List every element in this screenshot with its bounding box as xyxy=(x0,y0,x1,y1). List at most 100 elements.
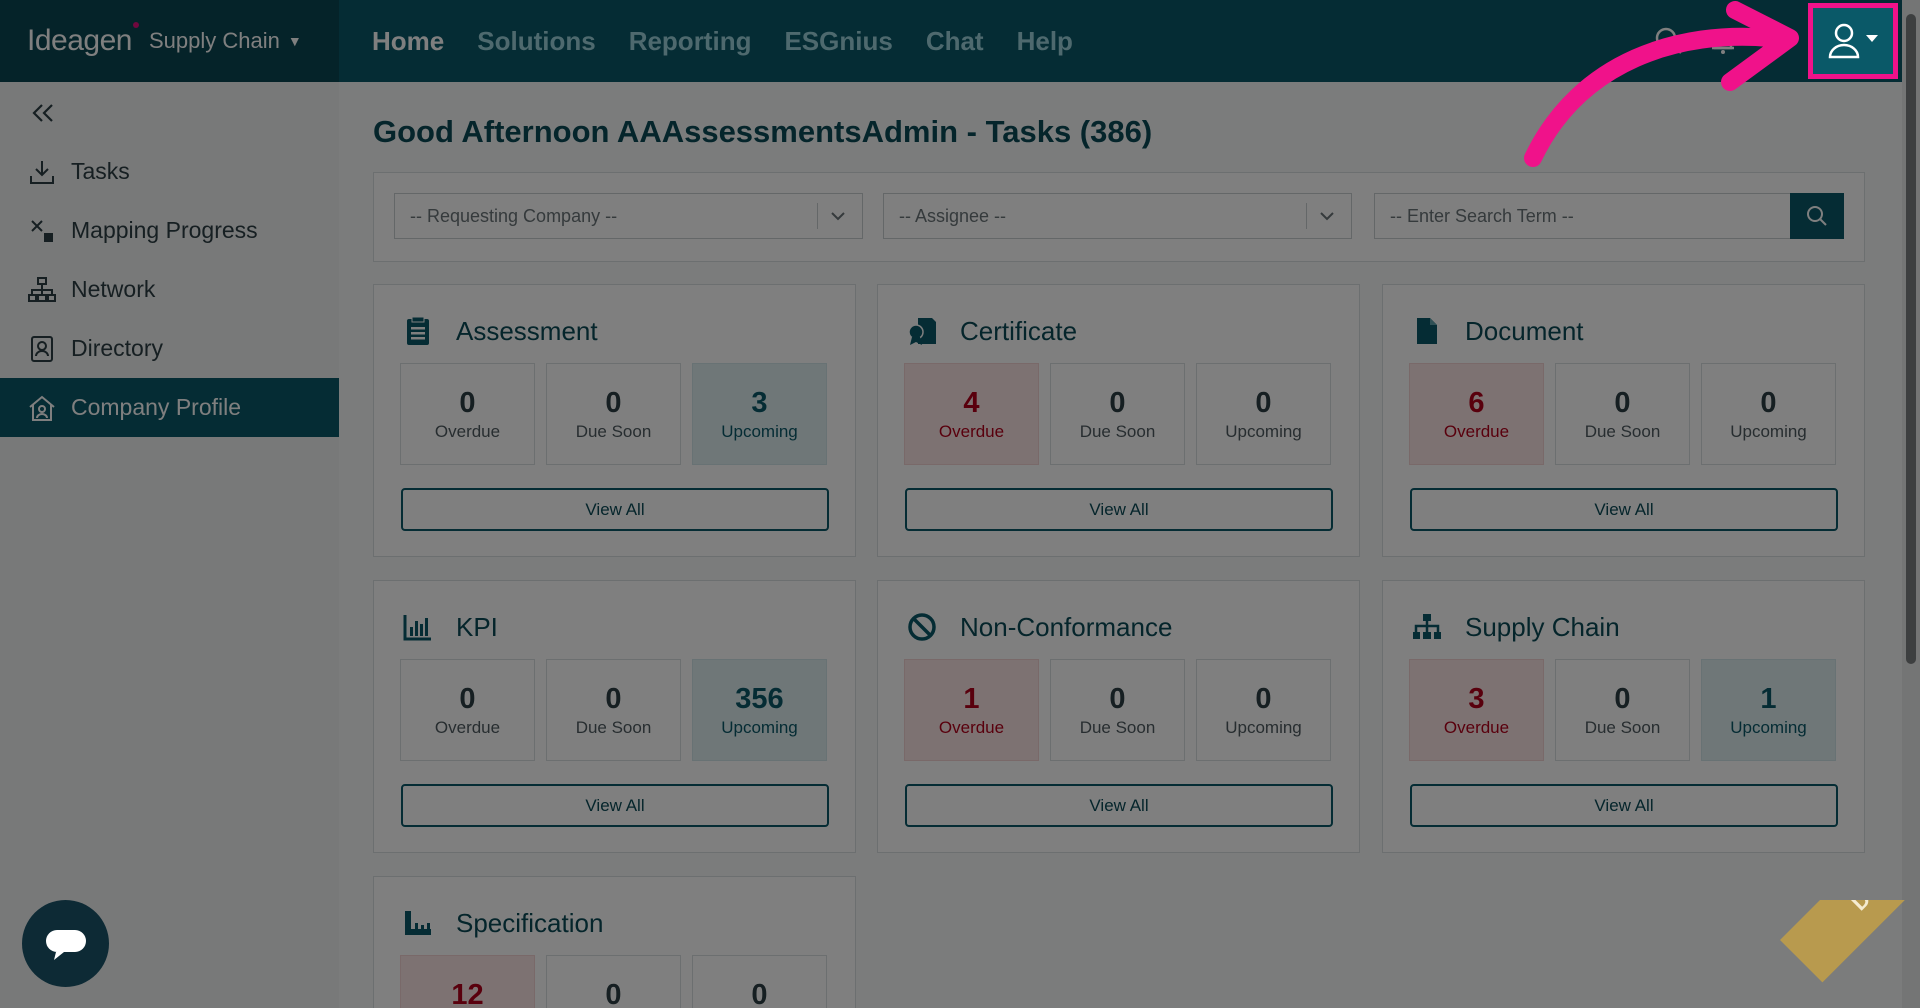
chevron-down-icon xyxy=(831,212,845,221)
sidebar-item-directory[interactable]: Directory xyxy=(0,319,339,378)
nav-reporting[interactable]: Reporting xyxy=(629,26,752,57)
nav-home[interactable]: Home xyxy=(372,26,444,57)
due-soon-stat[interactable]: 0Due Soon xyxy=(546,955,681,1008)
sidebar-item-mapping-progress[interactable]: Mapping Progress xyxy=(0,201,339,260)
main-nav: Home Solutions Reporting ESGnius Chat He… xyxy=(372,0,1073,82)
collapse-sidebar-icon[interactable] xyxy=(28,98,58,128)
stat-label: Due Soon xyxy=(1079,422,1156,441)
nav-help[interactable]: Help xyxy=(1017,26,1073,57)
vertical-scrollbar[interactable] xyxy=(1902,0,1920,1008)
stat-label: Due Soon xyxy=(575,718,652,737)
sidebar: Tasks Mapping Progress Network Directory… xyxy=(0,82,339,1008)
stat-count: 0 xyxy=(1109,683,1126,715)
search-icon[interactable] xyxy=(1644,16,1694,66)
overdue-stat[interactable]: 4 Overdue xyxy=(904,363,1039,465)
view-all-button[interactable]: View All xyxy=(1410,784,1838,827)
view-all-button[interactable]: View All xyxy=(401,488,829,531)
stat-count: 4 xyxy=(963,387,980,419)
due-soon-stat[interactable]: 0Due Soon xyxy=(546,363,681,465)
view-all-button[interactable]: View All xyxy=(1410,488,1838,531)
ruler-icon xyxy=(402,907,434,939)
card-title: Document xyxy=(1465,315,1584,346)
select-value: -- Requesting Company -- xyxy=(410,205,618,226)
card-header: Document xyxy=(1411,311,1584,351)
download-tray-icon xyxy=(27,157,57,187)
sidebar-item-label: Directory xyxy=(71,335,164,361)
due-soon-stat[interactable]: 0Due Soon xyxy=(1050,363,1185,465)
overdue-stat[interactable]: 3 Overdue xyxy=(1409,659,1544,761)
upcoming-stat[interactable]: 356 Upcoming xyxy=(692,659,827,761)
brand-logo: Ideagen xyxy=(27,24,132,57)
task-card-assessment: Assessment 0 Overdue 0 Due Soon 3 Upcoming … xyxy=(373,284,856,557)
company-building-icon xyxy=(27,393,57,423)
divider xyxy=(1306,203,1307,229)
stat-count: 356 xyxy=(735,683,784,715)
chat-bubble-icon xyxy=(45,929,86,960)
nav-chat[interactable]: Chat xyxy=(926,26,984,57)
card-title: Supply Chain xyxy=(1465,611,1620,642)
stat-count: 3 xyxy=(1468,683,1485,715)
overdue-stat[interactable]: 12Overdue xyxy=(400,955,535,1008)
overdue-stat[interactable]: 6 Overdue xyxy=(1409,363,1544,465)
search-input[interactable] xyxy=(1375,194,1790,238)
stat-label: Due Soon xyxy=(1584,718,1661,737)
nav-esgnius[interactable]: ESGnius xyxy=(784,26,892,57)
stat-count: 0 xyxy=(1255,387,1272,419)
card-header: Supply Chain xyxy=(1411,607,1620,647)
stat-label: Upcoming xyxy=(1225,422,1302,441)
due-soon-stat[interactable]: 0 Due Soon xyxy=(1050,659,1185,761)
due-soon-stat[interactable]: 0Due Soon xyxy=(546,659,681,761)
sidebar-item-network[interactable]: Network xyxy=(0,260,339,319)
handshake-icon[interactable] xyxy=(1752,16,1802,66)
stat-count: 0 xyxy=(459,387,476,419)
card-header: Certificate xyxy=(906,311,1077,351)
due-soon-stat[interactable]: 0Due Soon xyxy=(1555,363,1690,465)
stat-label: Due Soon xyxy=(1079,718,1156,737)
view-all-button[interactable]: View All xyxy=(905,488,1333,531)
overdue-stat[interactable]: 1 Overdue xyxy=(904,659,1039,761)
scrollbar-thumb[interactable] xyxy=(1906,14,1916,664)
main-content: Good Afternoon AAAssessmentsAdmin - Task… xyxy=(339,82,1902,1008)
stat-count: 0 xyxy=(1255,683,1272,715)
divider xyxy=(817,203,818,229)
stat-label: Due Soon xyxy=(575,422,652,441)
product-name: Supply Chain xyxy=(148,28,280,53)
stat-count: 12 xyxy=(451,979,484,1008)
task-card-document: Document 6 Overdue 0 Due Soon 0 Upcoming Vi… xyxy=(1382,284,1865,557)
stat-count: 0 xyxy=(1614,387,1631,419)
filter-bar: -- Requesting Company -- -- Assignee -- xyxy=(373,172,1865,262)
task-card-kpi: KPI 0 Overdue 0 Due Soon 356 Upcoming View … xyxy=(373,580,856,853)
search-icon xyxy=(1807,206,1827,226)
card-title: Non-Conformance xyxy=(960,611,1173,642)
stat-label: Overdue xyxy=(1443,718,1510,737)
upcoming-stat[interactable]: 0 Upcoming xyxy=(1196,363,1331,465)
task-card-specification: Specification 12Overdue 0Due Soon 0Upcom… xyxy=(373,876,856,1008)
upcoming-stat[interactable]: 0Upcoming xyxy=(1701,363,1836,465)
brand-switcher[interactable]: Ideagen Supply Chain ▼ xyxy=(0,0,339,82)
upcoming-stat[interactable]: 0Upcoming xyxy=(1196,659,1331,761)
requesting-company-select[interactable]: -- Requesting Company -- xyxy=(394,193,863,239)
stat-label: Overdue xyxy=(938,422,1005,441)
upcoming-stat[interactable]: 0Upcoming xyxy=(692,955,827,1008)
search-button[interactable] xyxy=(1790,193,1844,239)
sidebar-item-company-profile[interactable]: Company Profile xyxy=(0,378,339,437)
stat-count: 0 xyxy=(1614,683,1631,715)
overdue-stat[interactable]: 0 Overdue xyxy=(400,659,535,761)
stat-count: 0 xyxy=(459,683,476,715)
view-all-button[interactable]: View All xyxy=(401,784,829,827)
stat-label: Upcoming xyxy=(1730,718,1807,737)
upcoming-stat[interactable]: 1 Upcoming xyxy=(1701,659,1836,761)
stat-count: 3 xyxy=(751,387,768,419)
chat-widget-button[interactable] xyxy=(22,900,109,987)
nav-solutions[interactable]: Solutions xyxy=(477,26,595,57)
bell-icon[interactable] xyxy=(1698,16,1748,66)
overdue-stat[interactable]: 0 Overdue xyxy=(400,363,535,465)
task-card-certificate: Certificate 4 Overdue 0 Due Soon 0 Upcoming… xyxy=(877,284,1360,557)
upcoming-stat[interactable]: 3 Upcoming xyxy=(692,363,827,465)
chevron-down-icon xyxy=(1320,212,1334,221)
sidebar-item-tasks[interactable]: Tasks xyxy=(0,142,339,201)
assignee-select[interactable]: -- Assignee -- xyxy=(883,193,1352,239)
view-all-button[interactable]: View All xyxy=(905,784,1333,827)
highlighted-user-menu-button[interactable] xyxy=(1808,3,1898,79)
due-soon-stat[interactable]: 0 Due Soon xyxy=(1555,659,1690,761)
